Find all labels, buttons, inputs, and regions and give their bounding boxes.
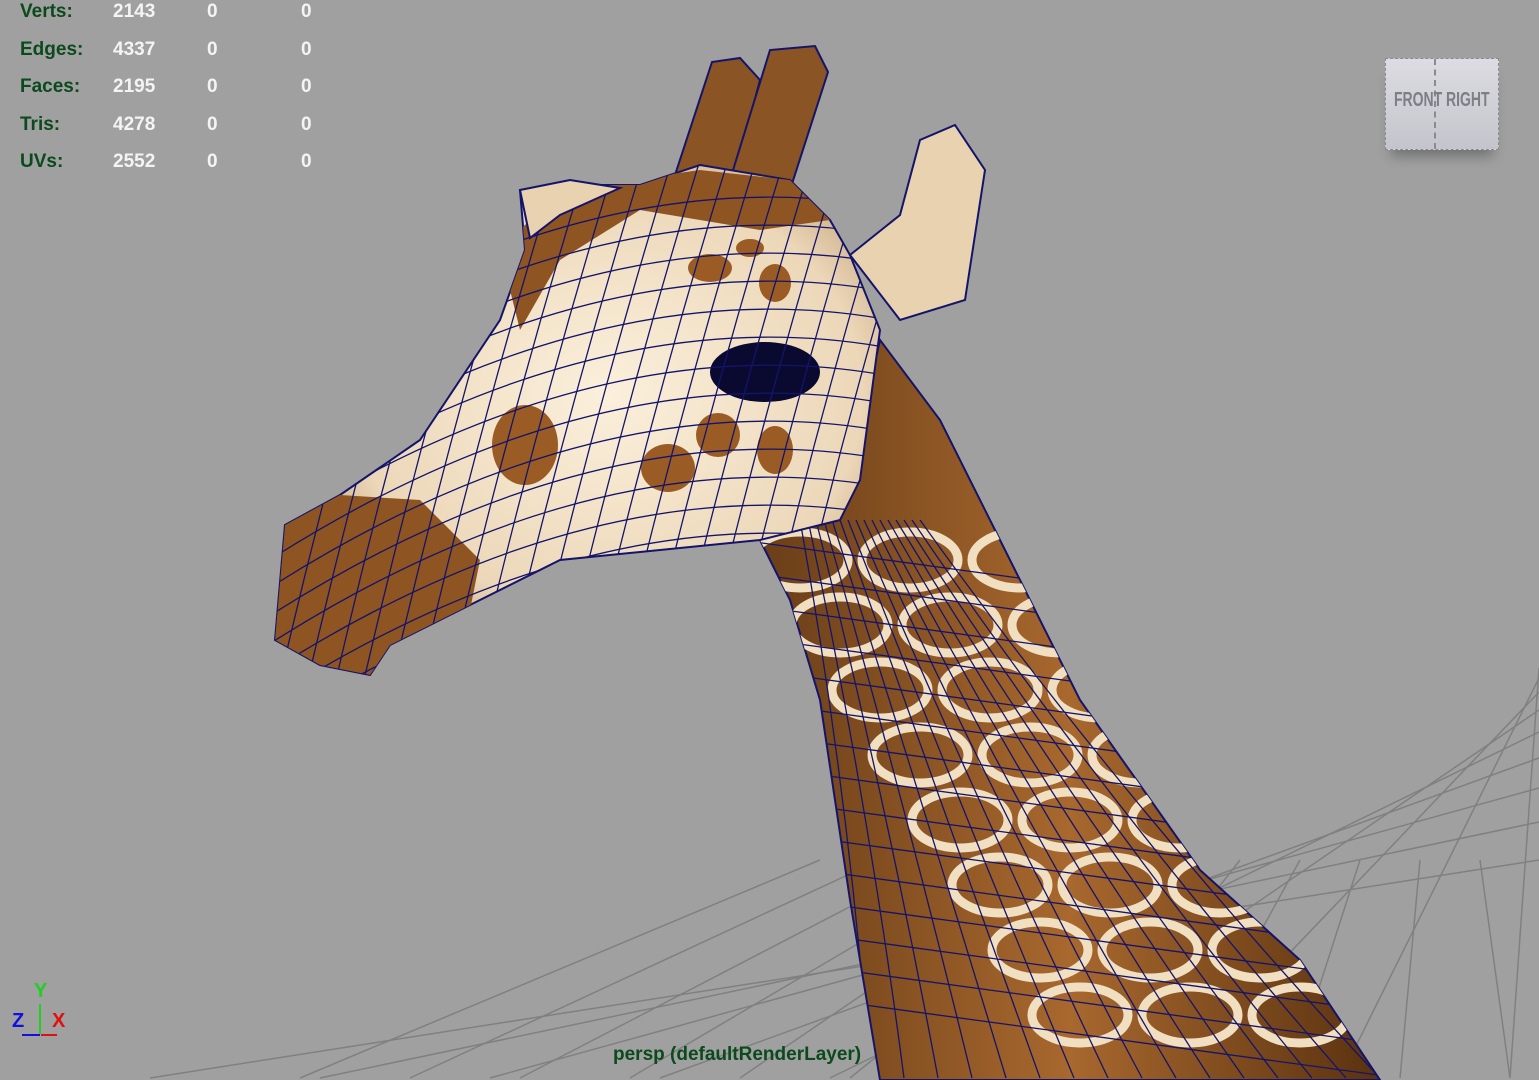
hud-value: 0 xyxy=(207,151,218,172)
axis-y-label: Y xyxy=(34,980,48,1002)
giraffe-ear xyxy=(848,123,987,322)
hud-value: 4337 xyxy=(113,38,156,60)
hud-value: 2195 xyxy=(113,76,156,97)
hud-value: 0 xyxy=(301,113,312,135)
hud-value: 0 xyxy=(207,76,218,97)
view-cube[interactable]: FRONT RIGHT xyxy=(1385,58,1499,150)
hud-value: 4278 xyxy=(113,113,156,135)
hud-value: 0 xyxy=(207,1,218,22)
perspective-viewport[interactable] xyxy=(0,0,1539,1080)
hud-value: 0 xyxy=(301,1,312,22)
axis-x-line xyxy=(41,1034,57,1036)
hud-value: 0 xyxy=(207,38,218,60)
giraffe-model[interactable] xyxy=(260,44,1539,1080)
hud-value: 0 xyxy=(301,76,312,97)
hud-label: Edges: xyxy=(20,38,84,60)
axis-z-line xyxy=(22,1034,40,1036)
hud-value: 0 xyxy=(301,38,312,60)
hud-value: 0 xyxy=(301,151,312,172)
hud-label: Verts: xyxy=(20,1,73,22)
hud-label: Faces: xyxy=(20,76,81,97)
hud-value: 2552 xyxy=(113,151,156,172)
view-cube-front[interactable]: FRONT xyxy=(1394,89,1442,112)
axis-y-line xyxy=(39,1004,41,1034)
axis-x-label: X xyxy=(52,1010,66,1032)
hud-label: UVs: xyxy=(20,151,64,172)
view-cube-right[interactable]: RIGHT xyxy=(1446,89,1490,112)
axis-z-label: Z xyxy=(12,1010,25,1032)
hud-value: 2143 xyxy=(113,1,156,22)
camera-label: persp (defaultRenderLayer) xyxy=(613,1044,862,1065)
hud-value: 0 xyxy=(207,113,218,135)
hud-label: Tris: xyxy=(20,113,61,135)
axis-gizmo: Y Z X xyxy=(10,980,70,1040)
